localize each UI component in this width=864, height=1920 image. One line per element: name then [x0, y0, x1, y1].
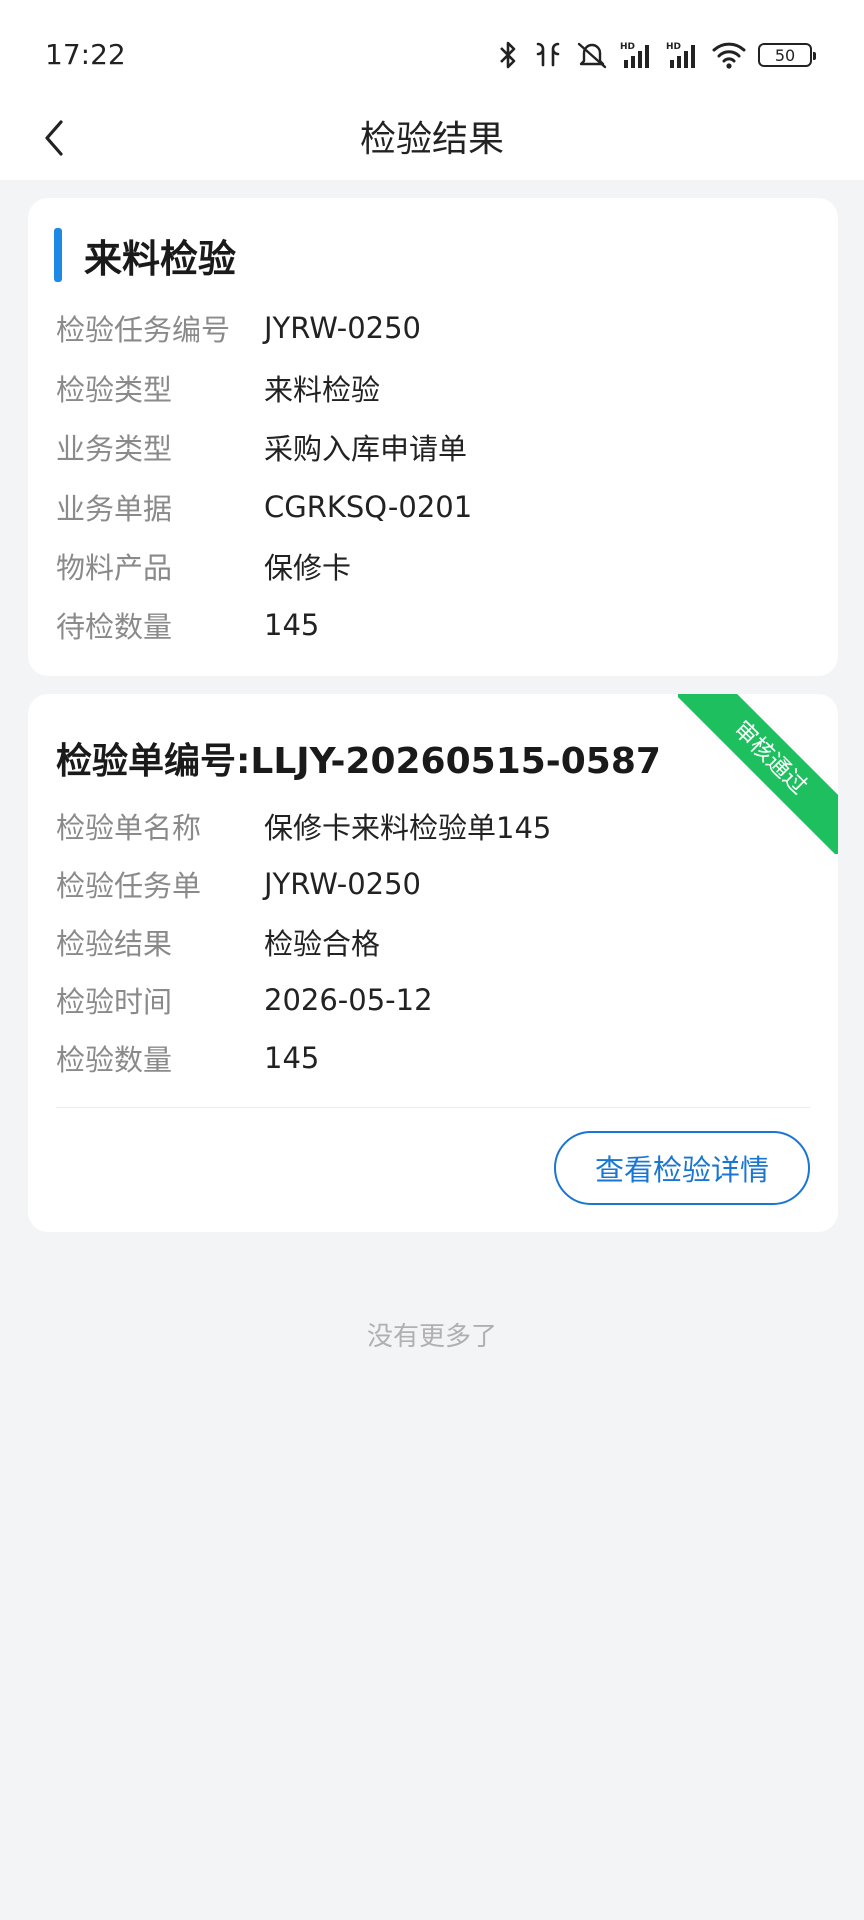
field-label: 检验类型	[56, 373, 173, 407]
field-row-material-product: 物料产品 保修卡	[56, 546, 351, 586]
field-row-business-document: 业务单据 CGRKSQ-0201	[56, 487, 472, 527]
field-value: 2026-05-12	[264, 983, 433, 1017]
task-card: 来料检验 检验任务编号 JYRW-0250 检验类型 来料检验 业务类型 采购入…	[28, 198, 838, 676]
no-more-text: 没有更多了	[366, 1322, 497, 1352]
order-number-label: 检验单编号:	[56, 741, 251, 782]
hd-signal-icon: HD	[666, 40, 700, 70]
field-row-task-number: 检验任务编号 JYRW-0250	[56, 308, 421, 348]
accent-bar	[54, 228, 62, 282]
field-row-order-name: 检验单名称 保修卡来料检验单145	[56, 806, 551, 846]
field-label: 业务类型	[56, 432, 173, 466]
field-value: 采购入库申请单	[264, 432, 468, 466]
inspection-card: 检验单编号:LLJY-20260515-0587 审核通过 检验单名称 保修卡来…	[28, 694, 838, 1232]
earbuds-icon	[532, 40, 564, 70]
section-title: 来料检验	[84, 236, 237, 281]
battery-icon: 50	[758, 43, 816, 67]
status-badge: 审核通过	[678, 694, 838, 854]
field-value: 145	[264, 608, 320, 642]
field-label: 检验任务编号	[56, 313, 231, 347]
field-row-business-type: 业务类型 采购入库申请单	[56, 427, 467, 467]
field-row-quantity: 检验数量 145	[56, 1038, 319, 1078]
hd-signal-icon: HD	[620, 40, 654, 70]
bluetooth-icon	[496, 40, 520, 70]
field-label: 业务单据	[56, 492, 173, 526]
section-header: 来料检验	[54, 228, 236, 282]
field-value: 来料检验	[264, 373, 381, 407]
svg-text:HD: HD	[666, 42, 681, 52]
view-detail-button[interactable]: 查看检验详情	[554, 1131, 810, 1205]
field-row-pending-quantity: 待检数量 145	[56, 605, 319, 645]
mute-icon	[576, 40, 608, 70]
field-label: 物料产品	[56, 551, 173, 585]
field-label: 检验单名称	[56, 811, 202, 845]
battery-level: 50	[774, 45, 796, 65]
svg-text:HD: HD	[620, 42, 635, 52]
field-label: 检验数量	[56, 1043, 173, 1077]
field-row-result: 检验结果 检验合格	[56, 922, 380, 962]
field-row-inspection-type: 检验类型 来料检验	[56, 368, 380, 408]
status-icons: HD HD 50	[496, 38, 816, 72]
field-value: JYRW-0250	[264, 311, 422, 345]
field-label: 检验结果	[56, 927, 173, 961]
field-label: 待检数量	[56, 610, 173, 644]
field-value: 检验合格	[264, 927, 381, 961]
field-row-task-order: 检验任务单 JYRW-0250	[56, 864, 421, 904]
field-row-time: 检验时间 2026-05-12	[56, 980, 433, 1020]
inspection-order-number: 检验单编号:LLJY-20260515-0587	[56, 732, 661, 784]
field-value: 145	[264, 1041, 320, 1075]
wifi-icon	[712, 40, 746, 70]
field-value: 保修卡	[264, 551, 352, 585]
divider	[56, 1107, 810, 1108]
order-number-value: LLJY-20260515-0587	[250, 741, 661, 782]
field-value: JYRW-0250	[264, 867, 422, 901]
nav-bar: 检验结果	[0, 100, 864, 180]
field-label: 检验时间	[56, 985, 173, 1019]
page-title: 检验结果	[359, 119, 504, 160]
field-label: 检验任务单	[56, 869, 202, 903]
status-badge-wrap: 审核通过	[678, 694, 838, 854]
field-value: 保修卡来料检验单145	[264, 811, 552, 845]
status-bar: 17:22 HD HD 50	[0, 0, 864, 100]
field-value: CGRKSQ-0201	[264, 490, 473, 524]
status-time: 17:22	[45, 38, 126, 71]
